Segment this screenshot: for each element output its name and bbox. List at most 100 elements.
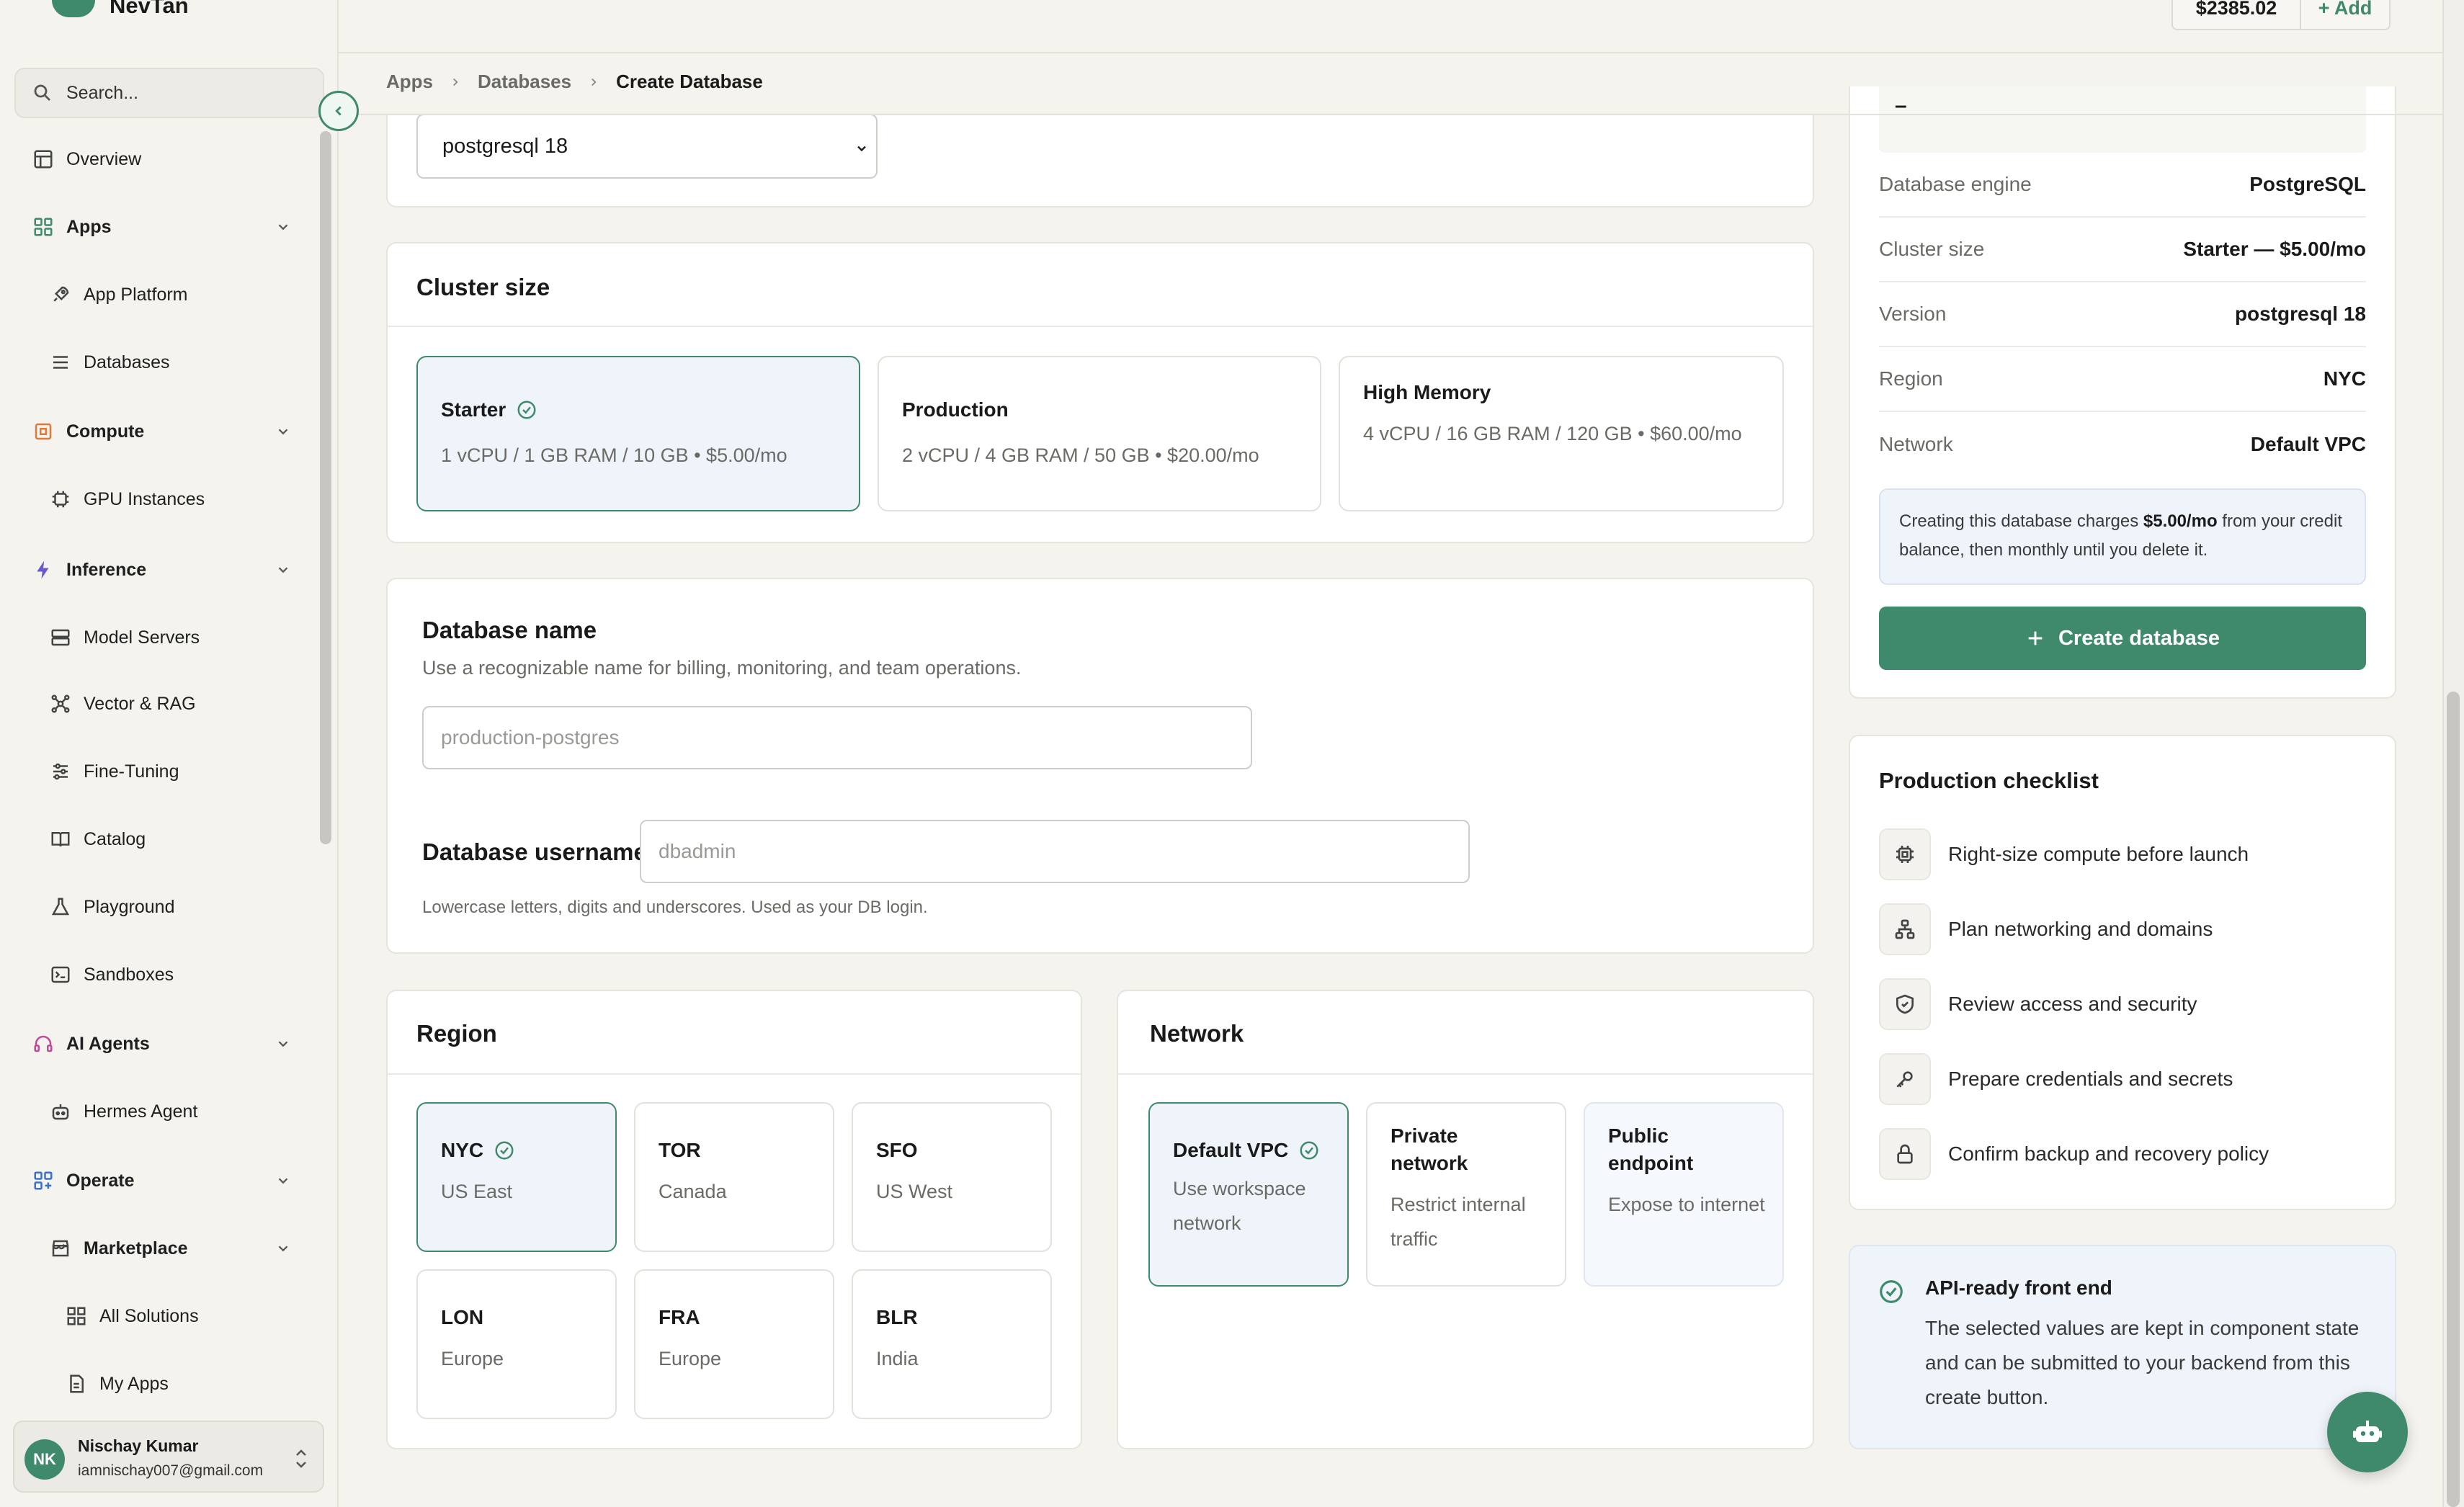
sidebar-item-fine-tuning[interactable]: Fine-Tuning — [49, 754, 298, 790]
sidebar-item-overview[interactable]: Overview — [32, 141, 298, 177]
sidebar-item-gpu-instances[interactable]: GPU Instances — [49, 481, 298, 517]
sidebar-item-vector-rag[interactable]: Vector & RAG — [49, 686, 298, 722]
card-divider — [1118, 1073, 1813, 1075]
sidebar-item-playground[interactable]: Playground — [49, 889, 298, 925]
page-scrollbar-thumb[interactable] — [2447, 692, 2460, 1507]
region-option-nyc[interactable]: NYC US East — [416, 1102, 617, 1252]
network-option-public[interactable]: Public endpoint Expose to internet — [1584, 1102, 1784, 1287]
region-option-blr[interactable]: BLR India — [852, 1269, 1052, 1419]
cluster-option-starter[interactable]: Starter 1 vCPU / 1 GB RAM / 10 GB • $5.0… — [416, 356, 860, 511]
region-option-sfo[interactable]: SFO US West — [852, 1102, 1052, 1252]
breadcrumb-apps[interactable]: Apps — [386, 71, 433, 93]
option-desc: Use workspace network — [1173, 1178, 1306, 1234]
layout-icon — [32, 148, 55, 171]
region-option-lon[interactable]: LON Europe — [416, 1269, 617, 1419]
option-title: NYC — [441, 1137, 515, 1164]
option-title: High Memory — [1363, 381, 1491, 403]
option-title: FRA — [659, 1306, 700, 1328]
region-option-fra[interactable]: FRA Europe — [634, 1269, 834, 1419]
create-database-button[interactable]: Create database — [1879, 607, 2366, 670]
sidebar-item-label: Model Servers — [84, 627, 200, 648]
option-desc: 2 vCPU / 4 GB RAM / 50 GB • $20.00/mo — [902, 444, 1259, 466]
assistant-chat-button[interactable] — [2327, 1392, 2408, 1472]
plus-icon — [2028, 631, 2043, 645]
chevron-right-icon — [453, 78, 458, 86]
sidebar-item-catalog[interactable]: Catalog — [49, 821, 298, 857]
sidebar-item-ai-agents[interactable]: AI Agents — [32, 1026, 298, 1062]
sidebar-item-model-servers[interactable]: Model Servers — [49, 620, 298, 656]
summary-key: Region — [1879, 367, 1943, 390]
chevron-down-icon — [278, 1178, 288, 1184]
headset-icon — [32, 1032, 55, 1055]
option-name: NYC — [441, 1139, 484, 1161]
option-desc: 1 vCPU / 1 GB RAM / 10 GB • $5.00/mo — [441, 444, 787, 466]
option-title: Private network — [1391, 1124, 1468, 1174]
file-icon — [65, 1372, 88, 1395]
sidebar-item-databases[interactable]: Databases — [49, 344, 298, 380]
check-circle-icon — [495, 1141, 514, 1160]
database-username-input[interactable]: dbadmin — [640, 820, 1470, 883]
chevron-updown-icon — [296, 1449, 306, 1468]
summary-value: PostgreSQL — [2249, 173, 2366, 195]
network-option-default-vpc[interactable]: Default VPC Use workspace network — [1148, 1102, 1349, 1287]
checklist-label: Plan networking and domains — [1948, 918, 2213, 940]
rocket-icon — [49, 283, 72, 306]
summary-row-version: Version postgresql 18 — [1879, 282, 2366, 347]
option-title: LON — [441, 1306, 484, 1328]
user-menu[interactable]: NK Nischay Kumar iamnischay007@gmail.com — [13, 1421, 324, 1493]
breadcrumb-databases[interactable]: Databases — [478, 71, 571, 93]
summary-key: Version — [1879, 303, 1947, 325]
sidebar-scrollbar[interactable] — [320, 131, 331, 844]
sidebar-item-compute[interactable]: Compute — [32, 413, 298, 450]
region-option-tor[interactable]: TOR Canada — [634, 1102, 834, 1252]
sidebar-item-inference[interactable]: Inference — [32, 552, 298, 588]
sidebar-item-label: My Apps — [99, 1373, 169, 1394]
grid-icon — [65, 1305, 88, 1328]
database-name-input[interactable]: production-postgres — [422, 706, 1252, 769]
add-credit-button[interactable]: + Add — [2301, 0, 2389, 29]
sidebar-item-all-solutions[interactable]: All Solutions — [65, 1298, 298, 1334]
option-title: SFO — [876, 1139, 918, 1161]
sidebar-item-marketplace[interactable]: Marketplace — [49, 1230, 298, 1266]
summary-value: Starter — $5.00/mo — [2183, 238, 2366, 260]
summary-row-cluster: Cluster size Starter — $5.00/mo — [1879, 218, 2366, 282]
lock-icon — [1879, 1128, 1931, 1180]
sidebar-item-label: Inference — [66, 559, 147, 580]
breadcrumb: Apps Databases Create Database — [386, 71, 763, 93]
shield-icon — [1879, 978, 1931, 1030]
sidebar-search-input[interactable]: Search... — [14, 68, 324, 118]
sidebar: NevTan Search... Overview Apps App Platf… — [0, 0, 339, 1507]
option-title: Starter — [441, 396, 537, 424]
brand-logo-icon — [52, 0, 95, 17]
sidebar-collapse-button[interactable] — [318, 91, 359, 131]
user-email: iamnischay007@gmail.com — [78, 1462, 264, 1479]
sidebar-item-app-platform[interactable]: App Platform — [49, 277, 298, 313]
sidebar-item-sandboxes[interactable]: Sandboxes — [49, 957, 298, 993]
bolt-icon — [32, 558, 55, 581]
robot-icon — [2353, 1421, 2382, 1442]
server-icon — [49, 626, 72, 649]
option-name: Default VPC — [1173, 1139, 1289, 1161]
network-title: Network — [1150, 1020, 1244, 1047]
sidebar-item-label: GPU Instances — [84, 488, 205, 509]
sidebar-item-label: Operate — [66, 1170, 135, 1191]
checklist-item: Prepare credentials and secrets — [1879, 1053, 2366, 1105]
sidebar-item-my-apps[interactable]: My Apps — [65, 1366, 298, 1402]
apps-grid-icon — [32, 215, 55, 238]
sidebar-item-hermes-agent[interactable]: Hermes Agent — [49, 1094, 298, 1130]
checklist-label: Confirm backup and recovery policy — [1948, 1142, 2269, 1165]
checklist-item: Confirm backup and recovery policy — [1879, 1128, 2366, 1180]
summary-key: Database engine — [1879, 173, 2032, 195]
sidebar-item-apps[interactable]: Apps — [32, 209, 298, 245]
option-desc: Expose to internet — [1608, 1194, 1765, 1215]
billing-notice: Creating this database charges $5.00/mo … — [1879, 488, 2366, 585]
cluster-option-production[interactable]: Production 2 vCPU / 4 GB RAM / 50 GB • $… — [878, 356, 1321, 511]
option-desc: 4 vCPU / 16 GB RAM / 120 GB • $60.00/mo — [1363, 423, 1742, 444]
network-option-private[interactable]: Private network Restrict internal traffi… — [1366, 1102, 1566, 1287]
notice-amount: $5.00/mo — [2143, 511, 2218, 531]
chip-icon — [49, 488, 72, 511]
cluster-option-high-memory[interactable]: High Memory 4 vCPU / 16 GB RAM / 120 GB … — [1339, 356, 1784, 511]
version-select[interactable]: postgresql 18 — [416, 114, 878, 179]
summary-value: NYC — [2323, 367, 2366, 390]
sidebar-item-operate[interactable]: Operate — [32, 1163, 298, 1199]
